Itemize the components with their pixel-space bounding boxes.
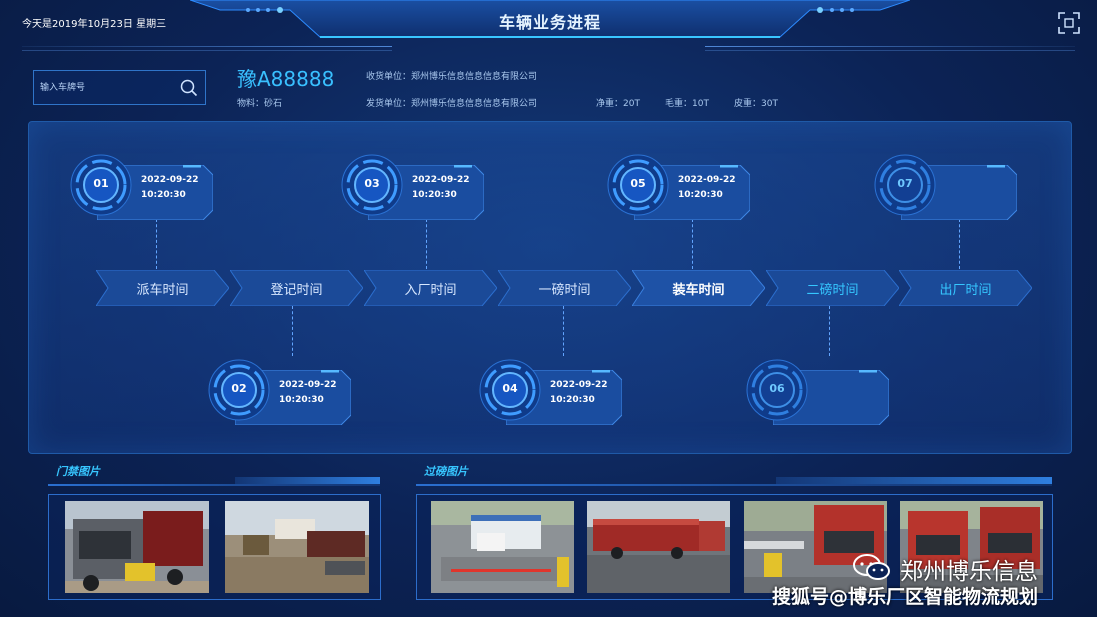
node-number: 05 (630, 177, 646, 190)
node-number: 01 (93, 177, 109, 190)
page-title: 车辆业务进程 (498, 13, 601, 32)
node-time: 10:20:30 (550, 395, 595, 405)
step-label: 派车时间 (136, 283, 189, 298)
step-dispatch[interactable]: 派车时间 (96, 270, 229, 306)
node-date: 2022-09-22 (412, 175, 470, 185)
node-timestamp: 2022-09-22 10:20:30 (678, 173, 736, 203)
node-05[interactable]: 05 2022-09-22 10:20:30 (606, 153, 756, 225)
wechat-icon (853, 554, 890, 580)
sender-unit: 发货单位：郑州博乐信息信息信息有限公司 (366, 99, 538, 109)
node-time: 10:20:30 (279, 395, 324, 405)
node-number: 02 (231, 382, 247, 395)
node-number: 07 (897, 177, 913, 190)
step-loading[interactable]: 装车时间 (632, 270, 765, 306)
step-first-weigh[interactable]: 一磅时间 (498, 270, 631, 306)
connector-01 (156, 219, 157, 269)
node-time: 10:20:30 (678, 190, 723, 200)
node-number: 06 (769, 382, 785, 395)
header-divider-left (22, 46, 392, 47)
step-label: 装车时间 (672, 283, 725, 298)
node-date: 2022-09-22 (550, 380, 608, 390)
connector-02 (292, 306, 293, 356)
step-label: 登记时间 (270, 283, 323, 298)
gate-photo-2[interactable] (225, 501, 369, 593)
step-label: 入厂时间 (404, 283, 457, 298)
node-number: 04 (502, 382, 518, 395)
current-date: 今天是2019年10月23日 星期三 (22, 19, 167, 30)
gross-weight: 毛重：10T (665, 99, 709, 109)
plate-search (33, 70, 206, 105)
gate-photos-frame (48, 494, 381, 600)
weigh-photo-1[interactable] (431, 501, 574, 593)
step-register[interactable]: 登记时间 (230, 270, 363, 306)
connector-04 (563, 306, 564, 356)
plate-number: 豫A88888 (237, 67, 335, 91)
node-06[interactable]: 06 (745, 358, 895, 430)
step-label: 出厂时间 (939, 283, 992, 298)
step-second-weigh[interactable]: 二磅时间 (766, 270, 899, 306)
node-timestamp: 2022-09-22 10:20:30 (141, 173, 199, 203)
node-07[interactable]: 07 (873, 153, 1023, 225)
gate-photos-underline (48, 484, 380, 486)
header-divider-right-2 (705, 50, 1075, 51)
node-04[interactable]: 04 2022-09-22 10:20:30 (478, 358, 628, 430)
watermark-logo: 郑州博乐信息 (852, 552, 1072, 585)
search-icon[interactable] (180, 79, 198, 97)
watermark-brand: 郑州博乐信息 (900, 559, 1038, 585)
weigh-photos-underline (416, 484, 1052, 486)
node-time: 10:20:30 (412, 190, 457, 200)
material-info: 物料：砂石 (237, 99, 283, 109)
node-time: 10:20:30 (141, 190, 186, 200)
weigh-photos-bar (776, 477, 1052, 484)
node-timestamp: 2022-09-22 10:20:30 (412, 173, 470, 203)
gate-photos-title: 门禁图片 (56, 465, 100, 478)
gate-photos-bar (235, 477, 380, 484)
weigh-photos-title: 过磅图片 (424, 465, 468, 478)
node-timestamp: 2022-09-22 10:20:30 (279, 378, 337, 408)
connector-07 (959, 219, 960, 269)
node-number: 03 (364, 177, 380, 190)
step-label: 二磅时间 (806, 283, 859, 298)
header: 今天是2019年10月23日 星期三 车辆业务进程 (0, 0, 1097, 51)
fullscreen-icon[interactable] (1058, 12, 1080, 34)
node-02[interactable]: 02 2022-09-22 10:20:30 (207, 358, 357, 430)
plate-search-input[interactable] (40, 79, 170, 97)
connector-06 (829, 306, 830, 356)
node-01[interactable]: 01 2022-09-22 10:20:30 (69, 153, 219, 225)
weigh-photo-2[interactable] (587, 501, 730, 593)
connector-05 (692, 219, 693, 269)
step-exit[interactable]: 出厂时间 (899, 270, 1032, 306)
header-divider-right (705, 46, 1075, 47)
node-date: 2022-09-22 (279, 380, 337, 390)
node-date: 2022-09-22 (678, 175, 736, 185)
node-timestamp: 2022-09-22 10:20:30 (550, 378, 608, 408)
step-enter[interactable]: 入厂时间 (364, 270, 497, 306)
net-weight: 净重：20T (596, 99, 640, 109)
header-divider-left-2 (22, 50, 392, 51)
tare-weight: 皮重：30T (734, 99, 778, 109)
step-label: 一磅时间 (538, 283, 591, 298)
connector-03 (426, 219, 427, 269)
node-date: 2022-09-22 (141, 175, 199, 185)
gate-photo-1[interactable] (65, 501, 209, 593)
watermark-caption: 搜狐号@博乐厂区智能物流规划 (772, 586, 1039, 608)
receiver-unit: 收货单位：郑州博乐信息信息信息有限公司 (366, 72, 538, 82)
title-bar: 车辆业务进程 (190, 0, 910, 38)
node-03[interactable]: 03 2022-09-22 10:20:30 (340, 153, 490, 225)
